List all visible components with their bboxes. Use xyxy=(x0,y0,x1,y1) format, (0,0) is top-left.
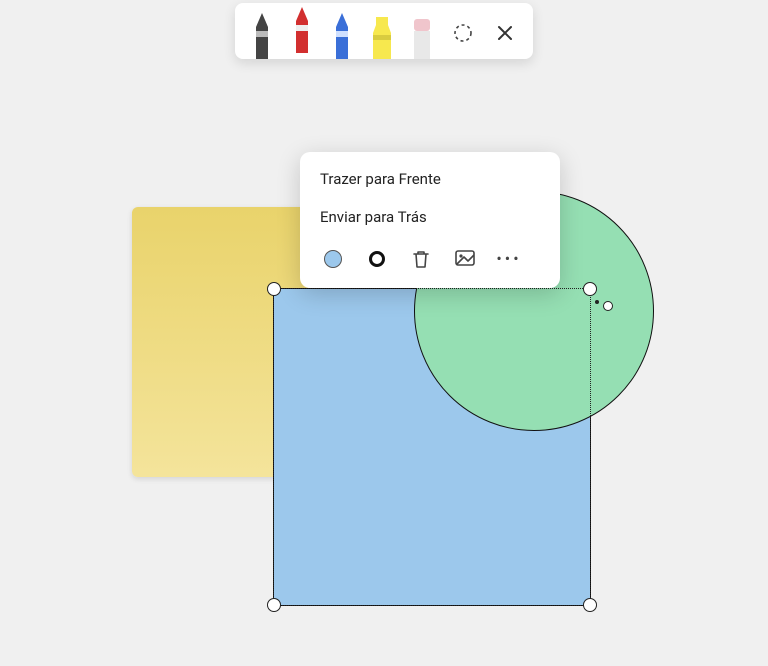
pen-black[interactable] xyxy=(245,7,279,59)
pen-blue[interactable] xyxy=(325,7,359,59)
menu-tool-row: ••• xyxy=(300,236,560,284)
fill-color-icon[interactable] xyxy=(318,244,348,274)
pen-toolbar: ↑ xyxy=(235,3,533,59)
rotate-handle[interactable] xyxy=(603,301,613,311)
delete-icon[interactable] xyxy=(406,244,436,274)
pen-eraser[interactable] xyxy=(405,7,439,59)
menu-bring-to-front[interactable]: Trazer para Frente xyxy=(300,160,560,198)
image-icon[interactable] xyxy=(450,244,480,274)
menu-send-to-back[interactable]: Enviar para Trás xyxy=(300,198,560,236)
stroke-color-icon[interactable] xyxy=(362,244,392,274)
pen-highlighter[interactable] xyxy=(365,7,399,59)
whiteboard-canvas[interactable] xyxy=(0,0,768,666)
rotate-connector-dot xyxy=(595,300,599,304)
close-icon[interactable] xyxy=(487,7,523,59)
lasso-select-icon[interactable] xyxy=(445,7,481,59)
shape-context-menu: Trazer para Frente Enviar para Trás ••• xyxy=(300,152,560,288)
more-options-icon[interactable]: ••• xyxy=(494,244,524,274)
pen-red[interactable]: ↑ xyxy=(285,7,319,59)
